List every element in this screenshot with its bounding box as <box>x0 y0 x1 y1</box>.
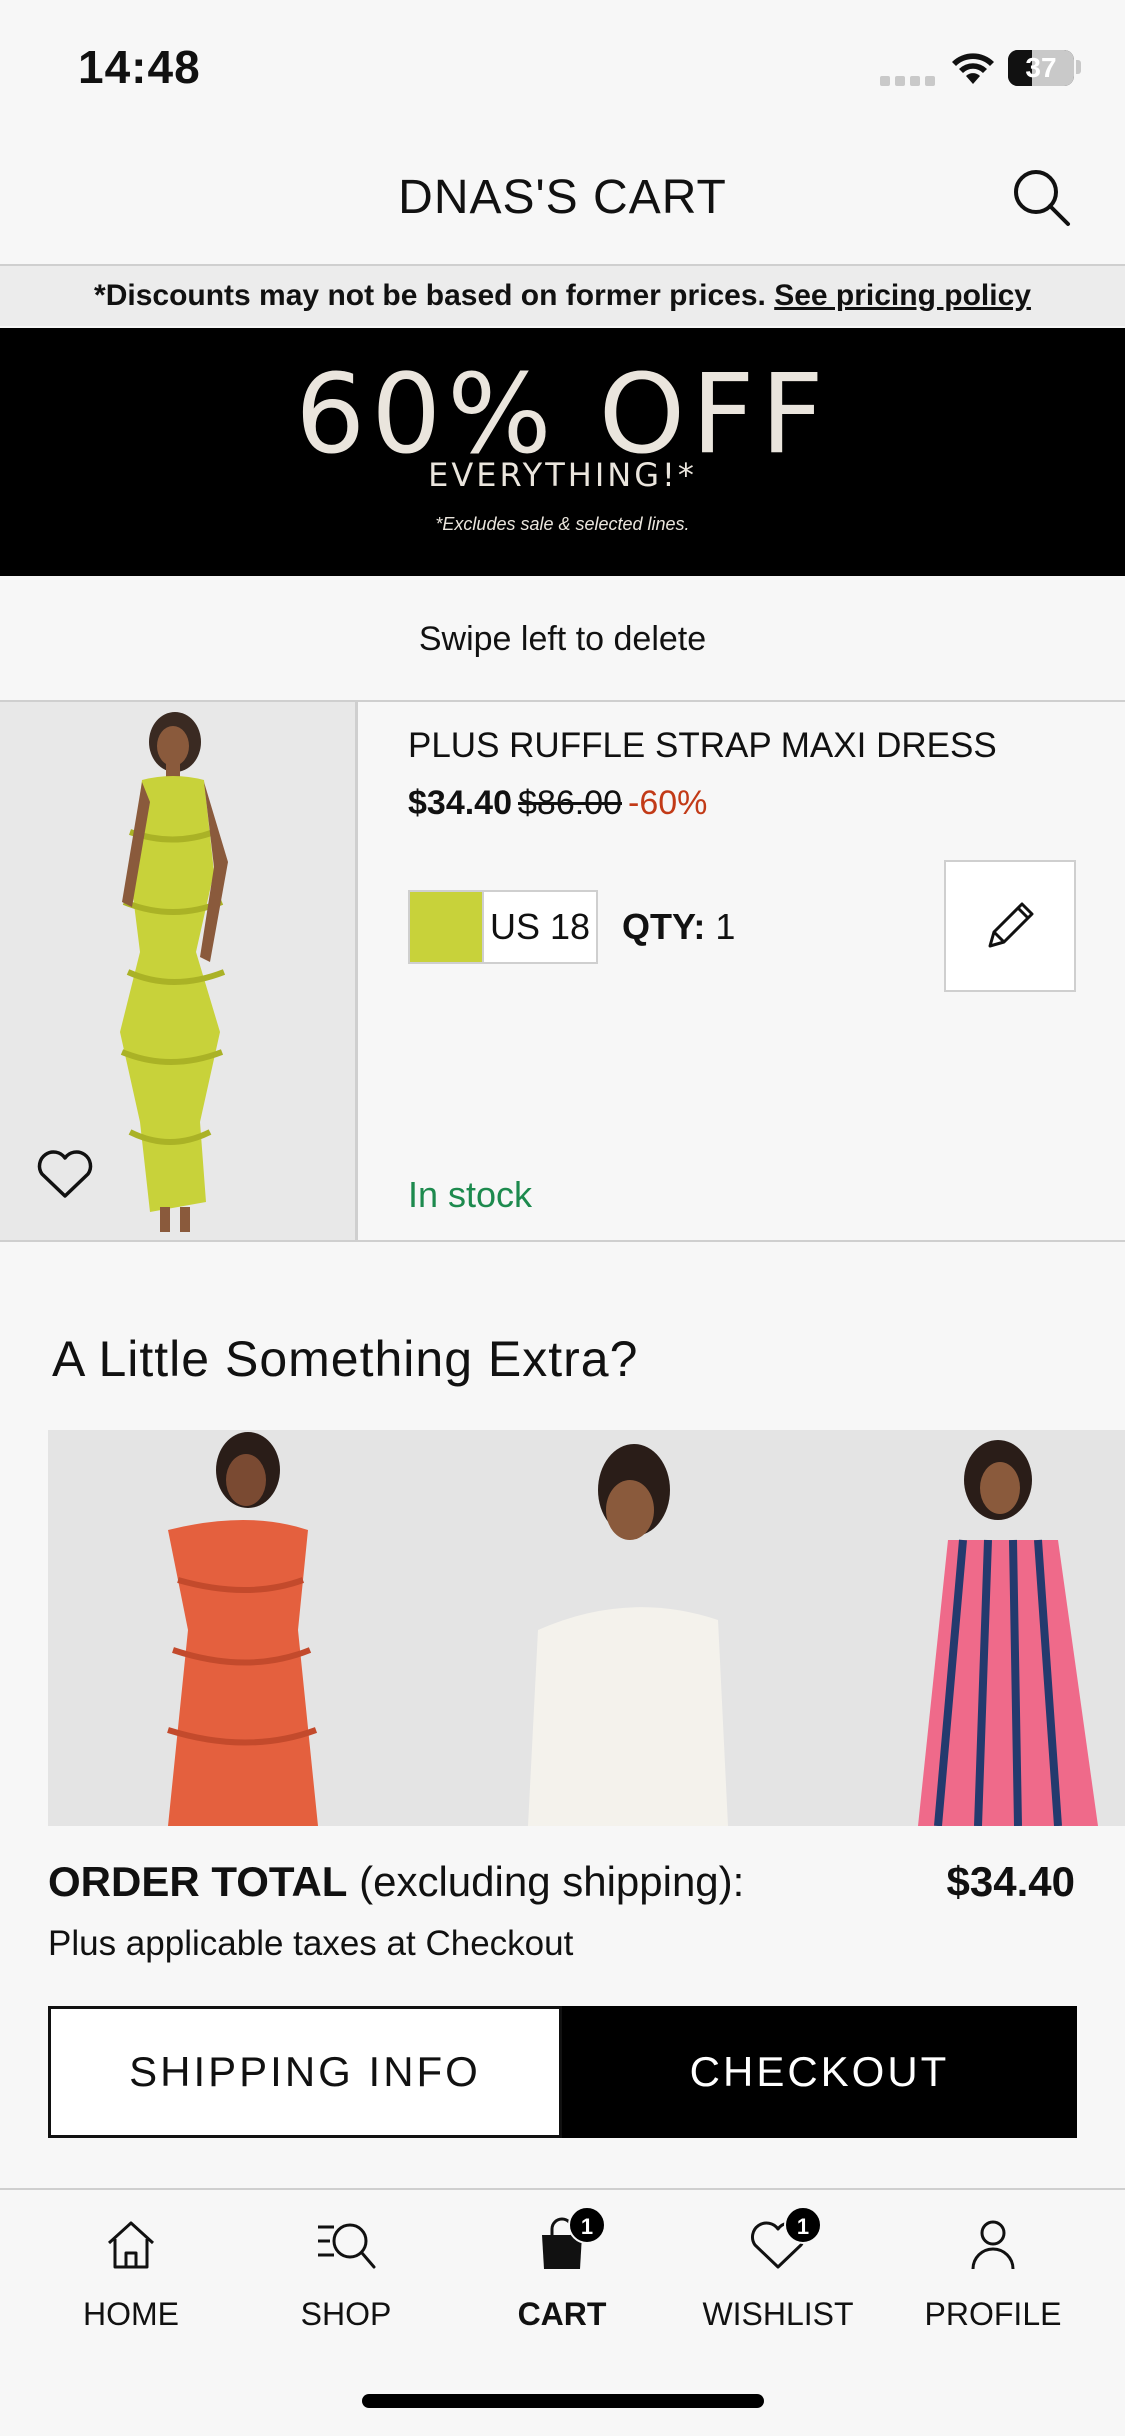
promo-fineprint: *Excludes sale & selected lines. <box>435 514 690 534</box>
taxes-note: Plus applicable taxes at Checkout <box>48 1924 574 1963</box>
size-value: US 18 <box>489 906 591 947</box>
status-time: 14:48 <box>78 41 201 93</box>
original-price: $86.00 <box>518 784 622 822</box>
tab-cart[interactable]: 1 CART <box>472 2206 652 2333</box>
cellular-signal-icon <box>880 76 936 86</box>
qty-value: 1 <box>715 906 736 947</box>
pricing-policy-link[interactable]: See pricing policy <box>774 279 1031 312</box>
shop-search-icon <box>256 2210 436 2280</box>
tab-label: PROFILE <box>924 2296 1062 2332</box>
tab-wishlist[interactable]: 1 WISHLIST <box>688 2206 868 2333</box>
qty-label: QTY: <box>622 906 706 947</box>
heart-icon[interactable] <box>36 1148 94 1205</box>
swipe-hint: Swipe left to delete <box>0 578 1125 700</box>
shipping-info-button[interactable]: SHIPPING INFO <box>48 2006 562 2138</box>
pencil-icon <box>988 902 1034 948</box>
order-total-note: (excluding shipping): <box>347 1858 745 1905</box>
search-icon[interactable] <box>1010 166 1074 235</box>
product-price: $34.40 $86.00 -60% <box>408 784 707 823</box>
sale-price: $34.40 <box>408 784 512 822</box>
battery-level: 37 <box>1025 52 1057 83</box>
tab-label: HOME <box>83 2296 179 2332</box>
color-swatch <box>410 892 484 962</box>
heart-icon: 1 <box>688 2206 868 2280</box>
battery-icon: 37 <box>1008 50 1074 86</box>
home-icon <box>41 2210 221 2280</box>
cart-badge: 1 <box>568 2206 606 2244</box>
recommendation-item[interactable] <box>908 1430 1125 1826</box>
tab-label: SHOP <box>300 2296 392 2332</box>
discount-percent: -60% <box>628 784 708 822</box>
page-title: DNAS'S CART <box>398 171 727 224</box>
checkout-button[interactable]: CHECKOUT <box>562 2006 1077 2138</box>
recommendations-title: A Little Something Extra? <box>52 1331 639 1387</box>
promo-subline: EVERYTHING!* <box>428 456 697 494</box>
battery-cap <box>1076 60 1081 74</box>
recommendation-item[interactable] <box>48 1430 388 1826</box>
product-name[interactable]: PLUS RUFFLE STRAP MAXI DRESS <box>408 726 997 766</box>
tab-home[interactable]: HOME <box>41 2210 221 2333</box>
order-total-label: ORDER TOTAL (excluding shipping): <box>48 1858 744 1906</box>
tab-profile[interactable]: PROFILE <box>903 2210 1083 2333</box>
home-indicator[interactable] <box>362 2394 764 2408</box>
person-icon <box>903 2210 1083 2280</box>
order-total-amount: $34.40 <box>946 1858 1075 1905</box>
tab-label: CART <box>517 2296 607 2332</box>
pricing-disclaimer: *Discounts may not be based on former pr… <box>0 266 1125 326</box>
recommendation-item[interactable] <box>448 1430 788 1826</box>
tab-label: WISHLIST <box>702 2296 854 2332</box>
quantity: QTY: 1 <box>622 906 735 948</box>
recommendations-carousel[interactable] <box>48 1430 1125 1826</box>
promo-banner[interactable]: 60% OFF EVERYTHING!* *Excludes sale & se… <box>0 328 1125 576</box>
stock-status: In stock <box>408 1174 533 1215</box>
wifi-icon <box>950 50 996 91</box>
tab-shop[interactable]: SHOP <box>256 2210 436 2333</box>
order-total-title: ORDER TOTAL <box>48 1858 348 1905</box>
edit-item-button[interactable] <box>944 860 1076 992</box>
variant-selector[interactable]: US 18 <box>408 890 598 964</box>
disclaimer-text: *Discounts may not be based on former pr… <box>94 279 775 312</box>
bag-icon: 1 <box>472 2206 652 2280</box>
wishlist-badge: 1 <box>784 2206 822 2244</box>
